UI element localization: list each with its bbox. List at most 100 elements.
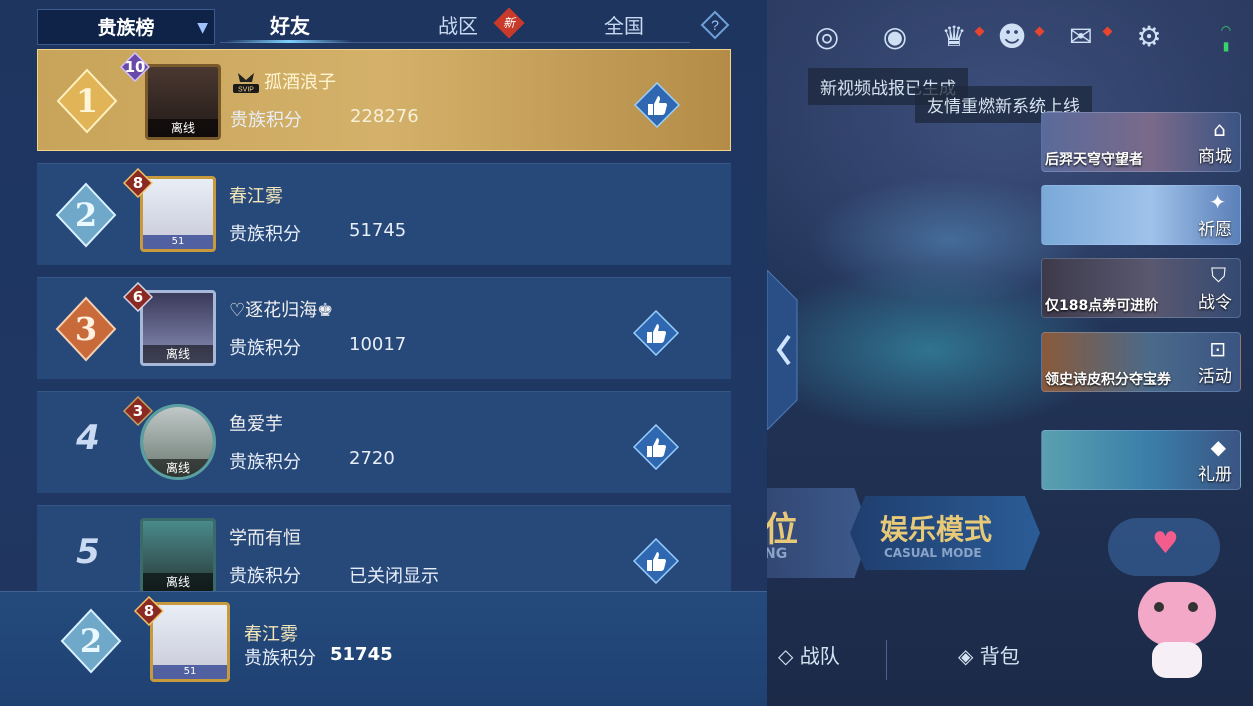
side-card-caption: 后羿天穹守望者 [1045, 152, 1143, 168]
player-name: 鱼爱芋 [229, 414, 283, 435]
mail-icon[interactable]: ✉ [1064, 20, 1098, 54]
player-name: 春江雾 [229, 186, 283, 207]
shield-icon: ⛉ [1211, 263, 1226, 287]
star-icon: ✦ [1209, 190, 1226, 214]
active-tab-indicator [226, 40, 352, 43]
tab-bar: 贵族榜 ▼ 好友 战区 新 全国 ? [0, 0, 767, 48]
mascot-bubble[interactable]: ♥ [1108, 518, 1220, 576]
team-label: 战队 [799, 644, 840, 668]
level-label: 51 [153, 665, 227, 679]
my-rank-bar: 2 51 8 春江雾 贵族积分 51745 [0, 591, 767, 706]
side-card-caption: 领史诗皮积分夺宝券 [1045, 372, 1171, 388]
svip-badge: SVIP [233, 73, 259, 94]
player-name: 学而有恒 [229, 528, 301, 549]
like-button[interactable] [633, 424, 679, 470]
notification-dot [1102, 26, 1113, 37]
rank-number: 4 [76, 418, 100, 458]
side-card-label: 祈愿 [1198, 220, 1232, 240]
chevron-down-icon: ▼ [197, 20, 208, 36]
score-value: 228276 [350, 106, 419, 127]
eye-icon[interactable]: ◉ [878, 20, 912, 54]
like-button[interactable] [633, 538, 679, 584]
noble-level-text: 3 [132, 402, 144, 420]
leaderboard-panel: 贵族榜 ▼ 好友 战区 新 全国 ? 1 离线 10 SVIP 孤酒浪子 贵族积… [0, 0, 767, 706]
score-value: 已关闭显示 [349, 566, 439, 587]
noble-level-text: 8 [132, 174, 144, 192]
score-label: 贵族积分 [229, 224, 301, 245]
ranked-mode-label: 位 [764, 510, 798, 550]
silver-rank-badge-icon: 2 [60, 608, 122, 674]
notification-dot [1034, 26, 1045, 37]
score-value: 51745 [349, 220, 407, 241]
book-icon: ◆ [1210, 435, 1226, 459]
collapse-panel-button[interactable] [767, 270, 807, 430]
score-label: 贵族积分 [229, 452, 301, 473]
leaderboard-row[interactable]: 1 离线 10 SVIP 孤酒浪子 贵族积分 228276 [37, 49, 731, 151]
svg-text:3: 3 [75, 310, 97, 348]
casual-mode-label: 娱乐模式 [880, 513, 993, 546]
backpack-icon: ◈ [958, 644, 974, 668]
notification-dot [974, 26, 985, 37]
like-button[interactable] [633, 310, 679, 356]
status-label: 离线 [143, 345, 213, 363]
new-badge: 新 [493, 7, 525, 39]
ranked-mode-sub: NG [764, 546, 788, 562]
dropdown-label: 贵族榜 [97, 17, 155, 39]
side-card-pass[interactable]: ⛉ 仅188点券可进阶 战令 [1041, 258, 1241, 318]
level-label: 51 [143, 235, 213, 249]
player-name: ♡逐花归海♚ [229, 300, 334, 321]
score-value: 2720 [349, 448, 395, 469]
my-score-label: 贵族积分 [244, 648, 316, 669]
bronze-rank-badge-icon: 3 [55, 296, 117, 362]
svg-text:2: 2 [75, 196, 97, 234]
leaderboard-row[interactable]: 4 离线 3 鱼爱芋 贵族积分 2720 [37, 391, 731, 493]
shop-icon: ⌂ [1213, 117, 1226, 141]
wifi-icon: ◠ ▮ [1220, 23, 1232, 53]
tab-national[interactable]: 全国 [604, 10, 644, 42]
settings-icon[interactable]: ⚙ [1132, 20, 1166, 54]
my-score-value: 51745 [330, 644, 393, 665]
leaderboard-row[interactable]: 3 离线 6 ♡逐花归海♚ 贵族积分 10017 [37, 277, 731, 379]
my-name: 春江雾 [244, 624, 298, 645]
side-card-label: 活动 [1198, 367, 1232, 387]
avatar[interactable]: 离线 [140, 518, 216, 594]
svg-text:2: 2 [80, 622, 102, 660]
svg-text:SVIP: SVIP [238, 87, 254, 94]
leaderboard-type-dropdown[interactable]: 贵族榜 ▼ [37, 9, 215, 45]
tab-friends[interactable]: 好友 [270, 10, 310, 42]
side-card-shop[interactable]: ⌂ 后羿天穹守望者 商城 [1041, 112, 1241, 172]
noble-level-text: 10 [124, 58, 146, 76]
heart-icon: ♥ [1152, 526, 1179, 561]
question-mark-icon[interactable]: ? [700, 10, 730, 40]
avatar[interactable]: 离线 [145, 64, 221, 140]
score-label: 贵族积分 [230, 110, 302, 131]
tab-zone[interactable]: 战区 [438, 10, 478, 42]
mascot[interactable] [1132, 578, 1222, 688]
side-card-label: 战令 [1198, 293, 1232, 313]
side-card-label: 商城 [1198, 147, 1232, 167]
noble-level-text: 6 [132, 288, 144, 306]
friends-icon[interactable]: ☻ [995, 20, 1029, 54]
status-label: 离线 [143, 459, 213, 477]
noble-level-text: 8 [143, 602, 155, 620]
side-card-label: 礼册 [1198, 465, 1232, 485]
divider [886, 640, 887, 680]
score-value: 10017 [349, 334, 407, 355]
side-card-gift-book[interactable]: ◆ 礼册 [1041, 430, 1241, 490]
side-card-event[interactable]: ⊡ 领史诗皮积分夺宝券 活动 [1041, 332, 1241, 392]
like-button[interactable] [634, 82, 680, 128]
silver-rank-badge-icon: 2 [55, 182, 117, 248]
radar-icon[interactable]: ◎ [810, 20, 844, 54]
status-label: 离线 [143, 573, 213, 591]
backpack-link[interactable]: ◈ 背包 [958, 640, 1020, 669]
team-link[interactable]: ◇ 战队 [778, 640, 840, 669]
trophy-icon[interactable]: ♛ [937, 20, 971, 54]
svg-text:?: ? [711, 17, 719, 33]
casual-mode-sub: CASUAL MODE [884, 546, 982, 560]
casual-mode-button[interactable]: 娱乐模式 CASUAL MODE [850, 496, 1040, 570]
svg-text:1: 1 [76, 82, 98, 120]
side-card-wish[interactable]: ✦ 祈愿 [1041, 185, 1241, 245]
score-label: 贵族积分 [229, 338, 301, 359]
leaderboard-row[interactable]: 2 51 8 春江雾 贵族积分 51745 [37, 163, 731, 265]
player-name: 孤酒浪子 [264, 72, 336, 93]
